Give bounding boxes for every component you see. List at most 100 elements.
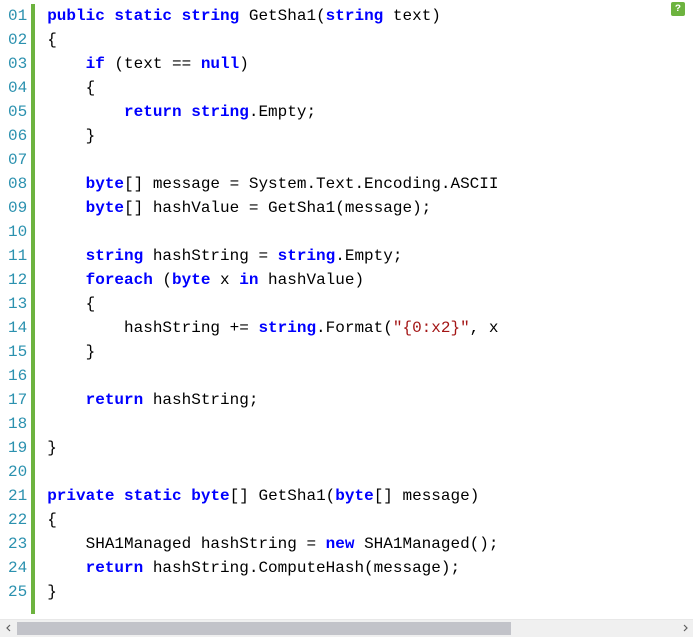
token-type: byte xyxy=(172,271,210,289)
token-type: string xyxy=(182,7,240,25)
token-type: byte xyxy=(335,487,373,505)
token-plain: } xyxy=(47,583,57,601)
help-icon[interactable]: ? xyxy=(671,2,685,16)
code-line: } xyxy=(47,340,693,364)
token-plain: hashString = xyxy=(143,247,277,265)
token-plain: [] GetSha1( xyxy=(230,487,336,505)
token-type: string xyxy=(191,103,249,121)
line-number: 24 xyxy=(8,556,27,580)
token-type: byte xyxy=(86,175,124,193)
code-line: public static string GetSha1(string text… xyxy=(47,4,693,28)
token-kw: private xyxy=(47,487,114,505)
token-plain: [] message) xyxy=(374,487,480,505)
token-plain xyxy=(182,487,192,505)
code-line xyxy=(47,220,693,244)
scroll-right-button[interactable] xyxy=(676,620,693,637)
token-plain: [] hashValue = GetSha1(message); xyxy=(124,199,431,217)
token-type: string xyxy=(258,319,316,337)
token-plain: { xyxy=(47,511,57,529)
line-number: 15 xyxy=(8,340,27,364)
token-plain: .Format( xyxy=(316,319,393,337)
token-plain: [] message = System.Text.Encoding.ASCII xyxy=(124,175,498,193)
code-line xyxy=(47,460,693,484)
line-number: 22 xyxy=(8,508,27,532)
code-line: } xyxy=(47,436,693,460)
token-plain: x xyxy=(210,271,239,289)
token-plain xyxy=(172,7,182,25)
line-number: 09 xyxy=(8,196,27,220)
token-plain: (text == xyxy=(105,55,201,73)
code-line xyxy=(47,412,693,436)
token-plain: .Empty; xyxy=(335,247,402,265)
code-line: if (text == null) xyxy=(47,52,693,76)
scroll-track[interactable] xyxy=(17,620,676,637)
token-plain: hashString += xyxy=(124,319,258,337)
code-line: return string.Empty; xyxy=(47,100,693,124)
token-plain: ( xyxy=(153,271,172,289)
scroll-thumb[interactable] xyxy=(17,622,511,635)
token-plain: SHA1Managed hashString = xyxy=(86,535,326,553)
scroll-left-button[interactable] xyxy=(0,620,17,637)
token-plain: { xyxy=(86,79,96,97)
line-number: 16 xyxy=(8,364,27,388)
line-number: 06 xyxy=(8,124,27,148)
code-line: { xyxy=(47,76,693,100)
token-plain: hashValue) xyxy=(258,271,364,289)
token-type: string xyxy=(86,247,144,265)
token-plain xyxy=(114,487,124,505)
token-plain: , x xyxy=(470,319,499,337)
token-plain: .Empty; xyxy=(249,103,316,121)
line-number: 19 xyxy=(8,436,27,460)
token-plain: } xyxy=(86,127,96,145)
code-line: hashString += string.Format("{0:x2}", x xyxy=(47,316,693,340)
token-plain: ) xyxy=(239,55,249,73)
horizontal-scrollbar[interactable] xyxy=(0,619,693,636)
line-number: 12 xyxy=(8,268,27,292)
code-line: } xyxy=(47,124,693,148)
code-line: { xyxy=(47,508,693,532)
line-number: 08 xyxy=(8,172,27,196)
token-plain xyxy=(105,7,115,25)
line-number: 04 xyxy=(8,76,27,100)
token-type: byte xyxy=(86,199,124,217)
code-line: return hashString; xyxy=(47,388,693,412)
code-line: SHA1Managed hashString = new SHA1Managed… xyxy=(47,532,693,556)
line-number: 20 xyxy=(8,460,27,484)
token-kw: foreach xyxy=(86,271,153,289)
token-str: "{0:x2}" xyxy=(393,319,470,337)
token-type: byte xyxy=(191,487,229,505)
token-kw: null xyxy=(201,55,239,73)
code-text-area[interactable]: public static string GetSha1(string text… xyxy=(35,0,693,618)
code-editor: 0102030405060708091011121314151617181920… xyxy=(0,0,693,618)
token-kw: if xyxy=(86,55,105,73)
line-number: 25 xyxy=(8,580,27,604)
code-line: foreach (byte x in hashValue) xyxy=(47,268,693,292)
token-plain: hashString; xyxy=(143,391,258,409)
code-line: string hashString = string.Empty; xyxy=(47,244,693,268)
token-plain: GetSha1( xyxy=(239,7,325,25)
token-plain: SHA1Managed(); xyxy=(354,535,498,553)
token-kw: static xyxy=(124,487,182,505)
token-plain: { xyxy=(86,295,96,313)
line-number: 18 xyxy=(8,412,27,436)
code-line: byte[] message = System.Text.Encoding.AS… xyxy=(47,172,693,196)
token-kw: return xyxy=(124,103,182,121)
token-plain: } xyxy=(86,343,96,361)
code-line: return hashString.ComputeHash(message); xyxy=(47,556,693,580)
token-plain: hashString.ComputeHash(message); xyxy=(143,559,460,577)
token-plain: } xyxy=(47,439,57,457)
token-kw: public xyxy=(47,7,105,25)
line-number-gutter: 0102030405060708091011121314151617181920… xyxy=(0,0,29,618)
token-type: string xyxy=(278,247,336,265)
line-number: 02 xyxy=(8,28,27,52)
token-kw: static xyxy=(114,7,172,25)
code-line: private static byte[] GetSha1(byte[] mes… xyxy=(47,484,693,508)
token-plain xyxy=(182,103,192,121)
token-type: string xyxy=(326,7,384,25)
line-number: 23 xyxy=(8,532,27,556)
code-line: byte[] hashValue = GetSha1(message); xyxy=(47,196,693,220)
line-number: 05 xyxy=(8,100,27,124)
code-line: } xyxy=(47,580,693,604)
line-number: 03 xyxy=(8,52,27,76)
token-kw: new xyxy=(326,535,355,553)
